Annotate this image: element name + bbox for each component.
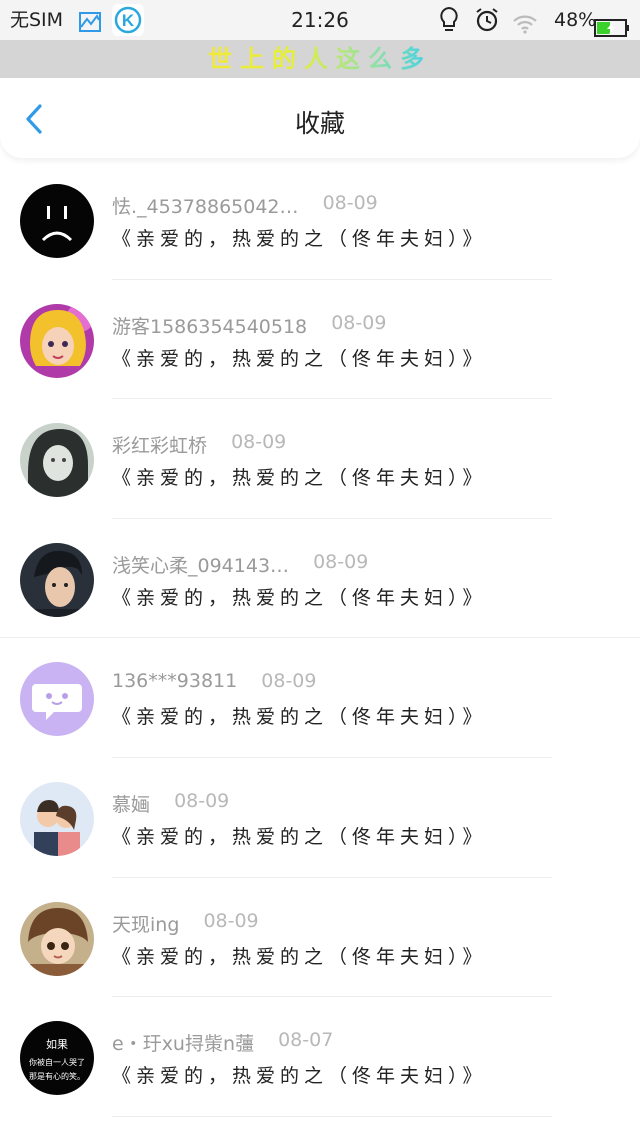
item-meta: 彩红彩虹桥 08-09	[112, 431, 287, 458]
avatar[interactable]	[20, 662, 94, 737]
title-bar: 收藏	[0, 78, 640, 158]
item-date: 08-09	[203, 909, 259, 932]
item-meta: 136***93811 08-09	[112, 670, 316, 694]
item-date: 08-09	[231, 431, 287, 454]
item-content[interactable]: 《亲爱的，热爱的之（佟年夫妇）》	[112, 822, 487, 849]
item-meta: 天现ing 08-09	[112, 909, 259, 937]
item-content[interactable]: 《亲爱的，热爱的之（佟年夫妇）》	[112, 224, 487, 251]
favorites-list: 怯._45378865042… 08-09 《亲爱的，热爱的之（佟年夫妇）》 游…	[0, 160, 640, 1117]
status-bar: 无SIM K 21:26 48%	[0, 0, 640, 40]
list-item[interactable]: 慕婳 08-09 《亲爱的，热爱的之（佟年夫妇）》	[0, 758, 640, 878]
marquee-banner: 世上的人这么多	[0, 40, 640, 78]
list-item[interactable]: 浅笑心柔_094143… 08-09 《亲爱的，热爱的之（佟年夫妇）》	[0, 519, 640, 639]
item-content[interactable]: 《亲爱的，热爱的之（佟年夫妇）》	[112, 942, 487, 969]
item-meta: 浅笑心柔_094143… 08-09	[112, 550, 369, 578]
avatar-text-line-1: 如果	[46, 1037, 68, 1051]
list-item[interactable]: 游客1586354540518 08-09 《亲爱的，热爱的之（佟年夫妇）》	[0, 280, 640, 400]
user-name[interactable]: 彩红彩虹桥	[112, 431, 207, 458]
item-meta: 慕婳 08-09	[112, 789, 230, 817]
list-item[interactable]: 彩红彩虹桥 08-09 《亲爱的，热爱的之（佟年夫妇）》	[0, 399, 640, 519]
item-content[interactable]: 《亲爱的，热爱的之（佟年夫妇）》	[112, 344, 487, 371]
avatar[interactable]	[20, 542, 94, 617]
item-content[interactable]: 《亲爱的，热爱的之（佟年夫妇）》	[112, 463, 487, 490]
item-meta: 怯._45378865042… 08-09	[112, 192, 378, 219]
user-name[interactable]: 怯._45378865042…	[112, 192, 299, 219]
item-date: 08-09	[174, 789, 230, 812]
item-content[interactable]: 《亲爱的，热爱的之（佟年夫妇）》	[112, 1061, 487, 1088]
clock: 21:26	[291, 8, 349, 32]
battery-percent: 48%	[554, 9, 597, 31]
item-meta: 游客1586354540518 08-09	[112, 311, 387, 339]
item-date: 08-09	[313, 550, 369, 573]
item-date: 08-09	[322, 192, 378, 214]
list-item[interactable]: 天现ing 08-09 《亲爱的，热爱的之（佟年夫妇）》	[0, 878, 640, 998]
list-item[interactable]: 如果 你被自一人哭了 那是有心的笑。 e・玗xu挦㭰n䕬 08-07 《亲爱的，…	[0, 997, 640, 1117]
user-name[interactable]: 慕婳	[112, 790, 150, 817]
item-date: 08-09	[331, 311, 387, 334]
item-date: 08-07	[278, 1029, 334, 1052]
avatar[interactable]	[20, 901, 94, 976]
item-content[interactable]: 《亲爱的，热爱的之（佟年夫妇）》	[112, 583, 487, 610]
banner-text: 世上的人这么多	[208, 40, 432, 78]
item-content[interactable]: 《亲爱的，热爱的之（佟年夫妇）》	[112, 702, 487, 729]
item-date: 08-09	[261, 670, 317, 693]
user-name[interactable]: 浅笑心柔_094143…	[112, 551, 289, 578]
divider	[112, 1115, 552, 1117]
avatar[interactable]: 如果 你被自一人哭了 那是有心的笑。	[20, 1021, 94, 1096]
avatar-text-line-2: 你被自一人哭了	[29, 1057, 85, 1067]
avatar-text-line-3: 那是有心的笑。	[29, 1071, 85, 1081]
user-name[interactable]: 天现ing	[112, 910, 179, 937]
avatar[interactable]	[20, 781, 94, 856]
list-item[interactable]: 怯._45378865042… 08-09 《亲爱的，热爱的之（佟年夫妇）》	[0, 160, 640, 280]
avatar[interactable]	[20, 184, 94, 258]
avatar[interactable]	[20, 423, 94, 498]
list-item[interactable]: 136***93811 08-09 《亲爱的，热爱的之（佟年夫妇）》	[0, 638, 640, 758]
item-meta: e・玗xu挦㭰n䕬 08-07	[112, 1029, 334, 1056]
page-title: 收藏	[294, 109, 345, 138]
user-name[interactable]: e・玗xu挦㭰n䕬	[112, 1029, 254, 1056]
user-name[interactable]: 136***93811	[112, 670, 237, 692]
user-name[interactable]: 游客1586354540518	[112, 312, 307, 339]
avatar[interactable]	[20, 303, 94, 378]
